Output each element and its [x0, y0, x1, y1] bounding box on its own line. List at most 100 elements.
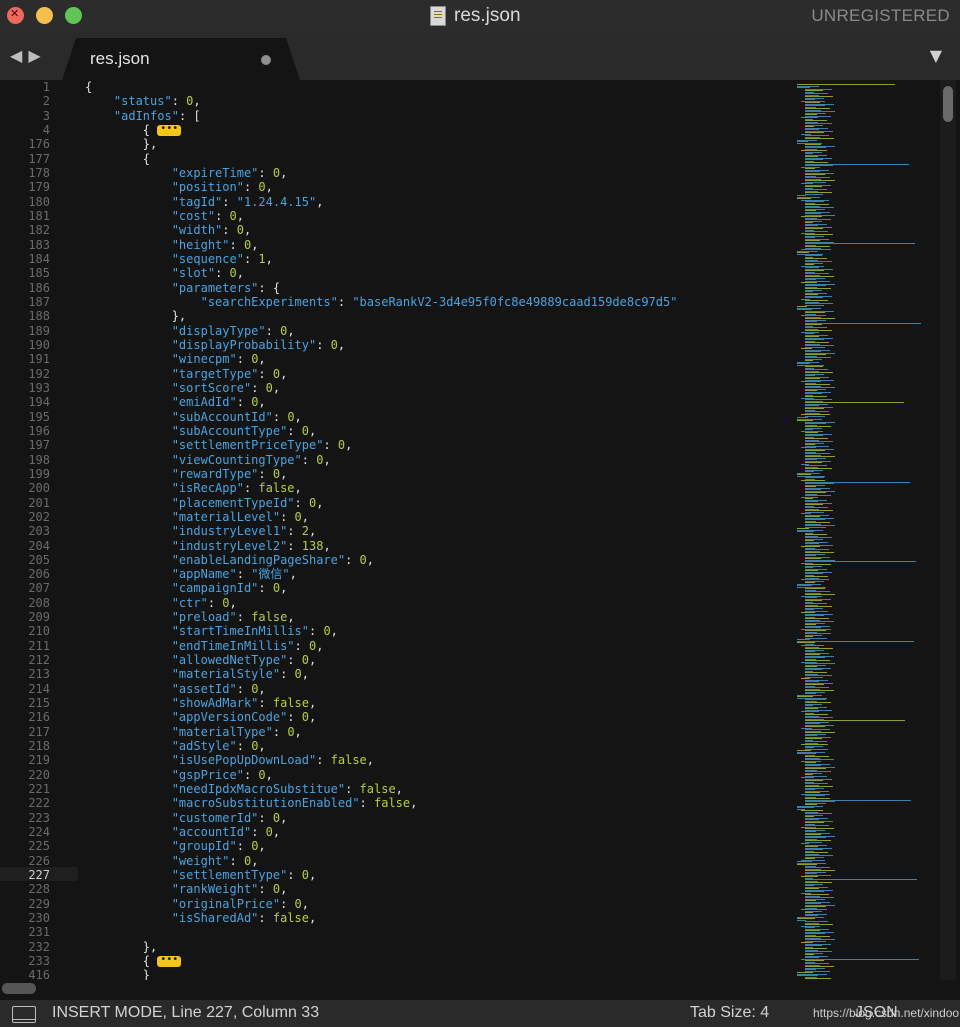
back-arrow-icon[interactable]: ◀ [10, 46, 22, 65]
zoom-window-icon[interactable] [65, 7, 82, 24]
code-line[interactable]: "ctr": 0, [85, 596, 785, 610]
code-line[interactable]: "customerId": 0, [85, 811, 785, 825]
code-line[interactable]: "sortScore": 0, [85, 381, 785, 395]
code-line[interactable]: "materialType": 0, [85, 725, 785, 739]
code-line[interactable]: "groupId": 0, [85, 839, 785, 853]
minimap[interactable] [795, 80, 939, 980]
code-line[interactable]: "expireTime": 0, [85, 166, 785, 180]
code-line[interactable]: "materialStyle": 0, [85, 667, 785, 681]
code-view[interactable]: { "status": 0, "adInfos": [ { ••• }, { "… [85, 80, 785, 980]
json-key: "materialLevel" [171, 509, 281, 524]
fold-marker-icon[interactable]: ••• [157, 955, 182, 968]
tab-res-json[interactable]: res.json [62, 38, 300, 80]
code-line[interactable]: { ••• [85, 954, 785, 968]
code-line[interactable]: }, [85, 309, 785, 323]
code-line[interactable]: { [85, 152, 785, 166]
code-line[interactable]: "industryLevel2": 138, [85, 539, 785, 553]
code-line[interactable]: "industryLevel1": 2, [85, 524, 785, 538]
fold-marker-icon[interactable]: ••• [157, 123, 182, 136]
code-line[interactable]: "adStyle": 0, [85, 739, 785, 753]
code-line[interactable]: }, [85, 940, 785, 954]
code-line[interactable]: "parameters": { [85, 281, 785, 295]
code-line[interactable]: "weight": 0, [85, 854, 785, 868]
code-line[interactable]: "settlementType": 0, [85, 868, 785, 882]
code-line[interactable]: "originalPrice": 0, [85, 897, 785, 911]
json-punctuation: : [301, 452, 317, 467]
code-line[interactable]: "subAccountType": 0, [85, 424, 785, 438]
json-punctuation: : [287, 423, 302, 438]
code-line[interactable]: "gspPrice": 0, [85, 768, 785, 782]
code-line[interactable]: } [85, 968, 785, 980]
code-line[interactable]: "assetId": 0, [85, 682, 785, 696]
code-line[interactable]: "rewardType": 0, [85, 467, 785, 481]
code-line[interactable]: "needIpdxMacroSubstitue": false, [85, 782, 785, 796]
code-line[interactable]: "width": 0, [85, 223, 785, 237]
code-line[interactable]: }, [85, 137, 785, 151]
code-line[interactable]: "position": 0, [85, 180, 785, 194]
code-line[interactable]: "targetType": 0, [85, 367, 785, 381]
json-punctuation: : [308, 624, 324, 639]
code-line[interactable]: "subAccountId": 0, [85, 410, 785, 424]
json-key: "appName" [171, 567, 237, 582]
code-line[interactable]: "appName": "微信", [85, 567, 785, 581]
json-key: "enableLandingPageShare" [171, 552, 346, 567]
modified-dot-icon[interactable] [261, 55, 271, 65]
code-line[interactable]: "height": 0, [85, 238, 785, 252]
code-line[interactable]: "adInfos": [ [85, 109, 785, 123]
line-number: 197 [28, 438, 50, 453]
code-line[interactable]: "allowedNetType": 0, [85, 653, 785, 667]
json-key: "accountId" [171, 825, 252, 840]
code-line[interactable]: "displayProbability": 0, [85, 338, 785, 352]
tab-size-selector[interactable]: Tab Size: 4 [690, 1004, 769, 1022]
editor-area[interactable]: 1 2 3 4 176 177 178 179 180 181 182 183 184 185 186 187… [0, 80, 960, 980]
panel-toggle-icon[interactable] [12, 1006, 36, 1023]
code-line[interactable]: "tagId": "1.24.4.15", [85, 195, 785, 209]
line-number-gutter[interactable]: 1 2 3 4 176 177 178 179 180 181 182 183 184 185 186 187… [0, 80, 78, 980]
close-window-icon[interactable] [7, 7, 24, 24]
tab-dropdown-icon[interactable]: ▼ [930, 46, 942, 65]
code-line[interactable]: "appVersionCode": 0, [85, 710, 785, 724]
code-line[interactable]: { ••• [85, 123, 785, 137]
code-line[interactable]: "placementTypeId": 0, [85, 496, 785, 510]
code-line[interactable]: "preload": false, [85, 610, 785, 624]
horizontal-scroll-thumb[interactable] [2, 983, 36, 994]
code-line[interactable]: "displayType": 0, [85, 324, 785, 338]
code-line[interactable]: "showAdMark": false, [85, 696, 785, 710]
code-line[interactable]: "settlementPriceType": 0, [85, 438, 785, 452]
minimap-line [805, 304, 824, 306]
horizontal-scrollbar[interactable] [0, 980, 960, 998]
json-key: "status" [113, 94, 172, 109]
forward-arrow-icon[interactable]: ▶ [28, 46, 40, 65]
code-line[interactable]: "isSharedAd": false, [85, 911, 785, 925]
json-value: 2 [301, 524, 309, 539]
line-number: 211 [28, 638, 50, 653]
code-line[interactable]: "enableLandingPageShare": 0, [85, 553, 785, 567]
code-line[interactable]: "rankWeight": 0, [85, 882, 785, 896]
code-line[interactable]: "sequence": 1, [85, 252, 785, 266]
code-line[interactable]: "isRecApp": false, [85, 481, 785, 495]
json-punctuation: , [258, 395, 266, 410]
code-line[interactable] [85, 925, 785, 939]
minimize-window-icon[interactable] [36, 7, 53, 24]
code-line[interactable]: "cost": 0, [85, 209, 785, 223]
code-line[interactable]: { [85, 80, 785, 94]
vertical-scrollbar[interactable] [940, 80, 956, 980]
code-line[interactable]: "materialLevel": 0, [85, 510, 785, 524]
code-line[interactable]: "winecpm": 0, [85, 352, 785, 366]
code-line[interactable]: "status": 0, [85, 94, 785, 108]
code-line[interactable]: "endTimeInMillis": 0, [85, 639, 785, 653]
code-line[interactable]: "campaignId": 0, [85, 581, 785, 595]
code-line[interactable]: "slot": 0, [85, 266, 785, 280]
code-line[interactable]: "macroSubstitutionEnabled": false, [85, 796, 785, 810]
json-key: "sortScore" [171, 380, 252, 395]
code-line[interactable]: "viewCountingType": 0, [85, 453, 785, 467]
line-number: 416 [28, 968, 50, 980]
vertical-scroll-thumb[interactable] [943, 86, 953, 122]
code-line[interactable]: "accountId": 0, [85, 825, 785, 839]
json-punctuation: , [301, 667, 309, 682]
code-line[interactable]: "isUsePopUpDownLoad": false, [85, 753, 785, 767]
json-key: "rewardType" [171, 466, 259, 481]
code-line[interactable]: "startTimeInMillis": 0, [85, 624, 785, 638]
code-line[interactable]: "emiAdId": 0, [85, 395, 785, 409]
code-line[interactable]: "searchExperiments": "baseRankV2-3d4e95f… [85, 295, 785, 309]
